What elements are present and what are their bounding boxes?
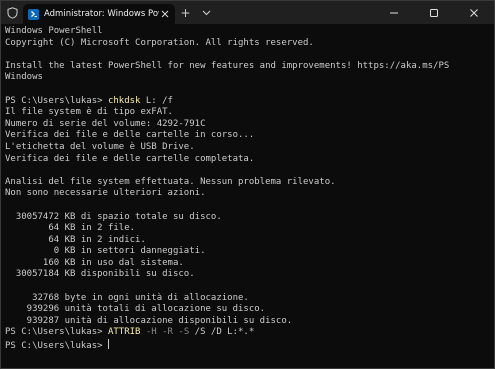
console-line: 939296 unità totali di allocazione su di… xyxy=(5,304,492,316)
console-line: Copyright (C) Microsoft Corporation. All… xyxy=(5,38,492,50)
command-text: ATTRIB xyxy=(107,327,141,338)
output-text: 64 KB in 2 indici. xyxy=(5,234,146,245)
console-line: Il file system è di tipo exFAT. xyxy=(5,107,492,119)
output-text: Verifica dei file e delle cartelle compl… xyxy=(5,153,255,164)
console-line: 0 KB in settori danneggiati. xyxy=(5,246,492,258)
output-text: Windows PowerShell xyxy=(5,26,103,36)
console-line: Numero di serie del volume: 4292-791C xyxy=(5,119,492,131)
output-text: Non sono necessarie ulteriori azioni. xyxy=(5,188,206,199)
console-output[interactable]: Windows PowerShell Copyright (C) Microsof… xyxy=(5,26,492,368)
minimize-icon[interactable] xyxy=(374,1,414,24)
output-text: 0 KB in settori danneggiati. xyxy=(5,246,206,257)
title-bar[interactable]: Administrator: Windows PowerShell + xyxy=(1,1,494,24)
output-text: 939296 unità totali di allocazione su di… xyxy=(5,304,266,315)
console-line: Verifica dei file e delle cartelle compl… xyxy=(5,154,492,166)
console-line: 30057472 KB di spazio totale su disco. xyxy=(5,212,492,224)
output-text: 30057184 KB disponibili su disco. xyxy=(5,269,195,280)
output-text: 64 KB in 2 file. xyxy=(5,223,136,234)
output-text: 160 KB in uso dal sistema. xyxy=(5,257,184,268)
console-line: PS C:\Users\lukas> ATTRIB -H -R -S /S /D… xyxy=(5,327,492,339)
console-line: L'etichetta del volume è USB Drive. xyxy=(5,142,492,154)
output-text: /S /D L:*.* xyxy=(189,327,255,338)
output-text: 939287 unità di allocazione disponibili … xyxy=(5,315,293,326)
chevron-down-icon[interactable] xyxy=(196,1,217,24)
output-text: Copyright (C) Microsoft Corporation. All… xyxy=(5,37,314,48)
terminal-window: Administrator: Windows PowerShell + Wind… xyxy=(0,0,495,369)
window-close-icon[interactable] xyxy=(454,1,494,24)
output-text: PS C:\Users\lukas> xyxy=(5,327,108,338)
tab-title: Administrator: Windows PowerShell xyxy=(44,9,159,19)
text-cursor xyxy=(107,339,109,350)
powershell-icon xyxy=(28,8,39,20)
console-line: Windows xyxy=(5,72,492,84)
output-text: PS C:\Users\lukas> xyxy=(5,341,108,352)
output-text: Install the latest PowerShell for new fe… xyxy=(5,60,450,71)
maximize-icon[interactable] xyxy=(414,1,454,24)
output-text: Numero di serie del volume: 4292-791C xyxy=(5,118,206,129)
output-text: 30057472 KB di spazio totale su disco. xyxy=(5,211,222,222)
output-text: 32768 byte in ogni unità di allocazione. xyxy=(5,292,249,303)
console-line: Non sono necessarie ulteriori azioni. xyxy=(5,188,492,200)
console-line: 160 KB in uso dal sistema. xyxy=(5,258,492,270)
shield-icon xyxy=(1,1,23,24)
output-text: Windows xyxy=(5,72,43,83)
console-line: 64 KB in 2 indici. xyxy=(5,235,492,247)
console-line: Windows PowerShell xyxy=(5,26,492,38)
tab-powershell[interactable]: Administrator: Windows PowerShell xyxy=(23,4,175,24)
console-line: Analisi del file system effettuata. Ness… xyxy=(5,177,492,189)
console-line: Install the latest PowerShell for new fe… xyxy=(5,61,492,73)
console-line: Verifica dei file e delle cartelle in co… xyxy=(5,130,492,142)
console-line: 30057184 KB disponibili su disco. xyxy=(5,269,492,281)
console-line: 939287 unità di allocazione disponibili … xyxy=(5,316,492,328)
close-icon[interactable] xyxy=(159,10,171,18)
plus-icon[interactable]: + xyxy=(175,1,196,24)
output-text: PS C:\Users\lukas> xyxy=(5,95,108,106)
command-text: chkdsk xyxy=(107,95,141,106)
output-text: L: /f xyxy=(140,95,173,106)
output-text: Verifica dei file e delle cartelle in co… xyxy=(5,130,255,141)
parameter-text: -H -R -S xyxy=(140,327,190,338)
output-text: Il file system è di tipo exFAT. xyxy=(5,107,173,118)
title-drag-area[interactable] xyxy=(217,1,374,24)
console-line: 32768 byte in ogni unità di allocazione. xyxy=(5,293,492,305)
output-text: L'etichetta del volume è USB Drive. xyxy=(5,141,195,152)
console-line: PS C:\Users\lukas> chkdsk L: /f xyxy=(5,96,492,108)
console-line: 64 KB in 2 file. xyxy=(5,223,492,235)
console-line: PS C:\Users\lukas> xyxy=(5,339,492,351)
output-text: Analisi del file system effettuata. Ness… xyxy=(5,176,336,187)
